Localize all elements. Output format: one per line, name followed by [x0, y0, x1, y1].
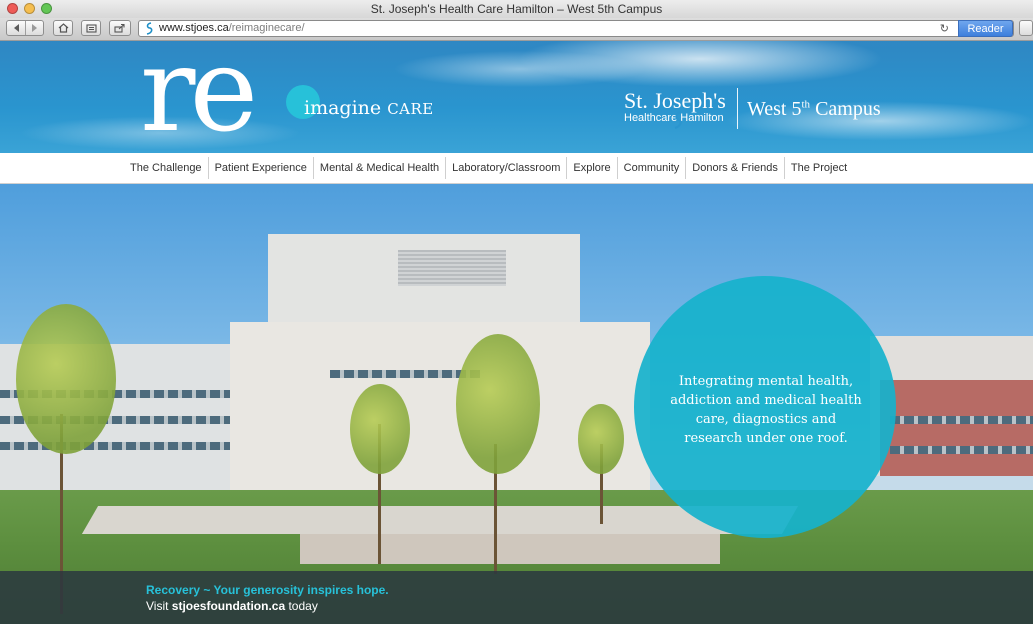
nav-item-the-project[interactable]: The Project	[783, 157, 853, 179]
campus-name: West 5	[747, 98, 802, 120]
foundation-link[interactable]: stjoesfoundation.ca	[172, 599, 285, 613]
reading-list-icon	[85, 23, 97, 33]
visit-prefix: Visit	[146, 599, 172, 613]
share-icon	[114, 23, 126, 33]
nav-item-community[interactable]: Community	[616, 157, 686, 179]
sidebar-toggle-button[interactable]	[1019, 20, 1033, 36]
window-row	[0, 442, 230, 450]
site-header: re imagine CARE St. Joseph's Healthcare …	[0, 41, 1033, 153]
reload-icon[interactable]: ↻	[940, 22, 949, 35]
donation-tagline: Recovery ~ Your generosity inspires hope…	[146, 583, 389, 597]
nav-item-the-challenge[interactable]: The Challenge	[124, 157, 208, 179]
url-domain: www.stjoes.ca	[159, 22, 229, 34]
tree-crown	[350, 384, 410, 474]
tree-crown	[578, 404, 624, 474]
reading-list-button[interactable]	[81, 20, 101, 36]
building-main	[230, 322, 650, 494]
window-title: St. Joseph's Health Care Hamilton – West…	[370, 2, 663, 16]
nav-item-donors-friends[interactable]: Donors & Friends	[685, 157, 784, 179]
visit-suffix: today	[285, 599, 318, 613]
forward-arrow-icon[interactable]	[30, 24, 38, 32]
main-navigation: The Challenge Patient Experience Mental …	[0, 153, 1033, 184]
window-titlebar: St. Joseph's Health Care Hamilton – West…	[0, 0, 1033, 19]
nav-items: The Challenge Patient Experience Mental …	[124, 153, 853, 183]
url-text[interactable]: www.stjoes.ca/reimaginecare/	[159, 22, 305, 34]
back-forward-group	[6, 20, 44, 36]
nav-item-patient-experience[interactable]: Patient Experience	[207, 157, 313, 179]
building-brick	[880, 380, 1033, 476]
toolbar-separator	[24, 21, 26, 35]
mission-statement: Integrating mental health, addiction and…	[670, 374, 862, 446]
page-content: re imagine CARE St. Joseph's Healthcare …	[0, 41, 1033, 624]
donation-visit-text: Visit stjoesfoundation.ca today	[146, 599, 318, 613]
window-row	[890, 416, 1033, 424]
hero-image: Integrating mental health, addiction and…	[0, 184, 1033, 624]
tree-crown	[16, 304, 116, 454]
site-favicon-icon	[146, 22, 153, 35]
tree-crown	[456, 334, 540, 474]
campus-superscript: th	[801, 98, 811, 111]
building-vent	[398, 250, 506, 286]
logo-re-text[interactable]: re	[140, 41, 258, 149]
donation-banner	[0, 571, 1033, 624]
reader-button[interactable]: Reader	[958, 20, 1013, 37]
logo-tagline[interactable]: imagine CARE	[304, 97, 434, 119]
campus-title: West 5th Campus	[747, 98, 881, 121]
home-icon	[58, 23, 69, 33]
logo-care-text: CARE	[387, 100, 434, 118]
logo-imagine-text: imagine	[304, 97, 382, 119]
header-divider	[737, 88, 738, 129]
nav-item-explore[interactable]: Explore	[566, 157, 616, 179]
back-arrow-icon[interactable]	[13, 24, 21, 32]
address-bar[interactable]: www.stjoes.ca/reimaginecare/ ↻ Reader	[138, 20, 1014, 37]
home-button[interactable]	[53, 20, 73, 36]
share-button[interactable]	[109, 20, 131, 36]
window-row	[330, 370, 480, 378]
nav-item-mental-medical-health[interactable]: Mental & Medical Health	[312, 157, 445, 179]
url-path: /reimaginecare/	[228, 22, 305, 34]
walkway	[300, 534, 720, 564]
browser-toolbar: www.stjoes.ca/reimaginecare/ ↻ Reader	[0, 18, 1033, 41]
campus-suffix: Campus	[810, 98, 881, 120]
nav-item-laboratory-classroom[interactable]: Laboratory/Classroom	[445, 157, 566, 179]
org-swoosh-icon	[674, 111, 682, 129]
window-row	[890, 446, 1033, 454]
